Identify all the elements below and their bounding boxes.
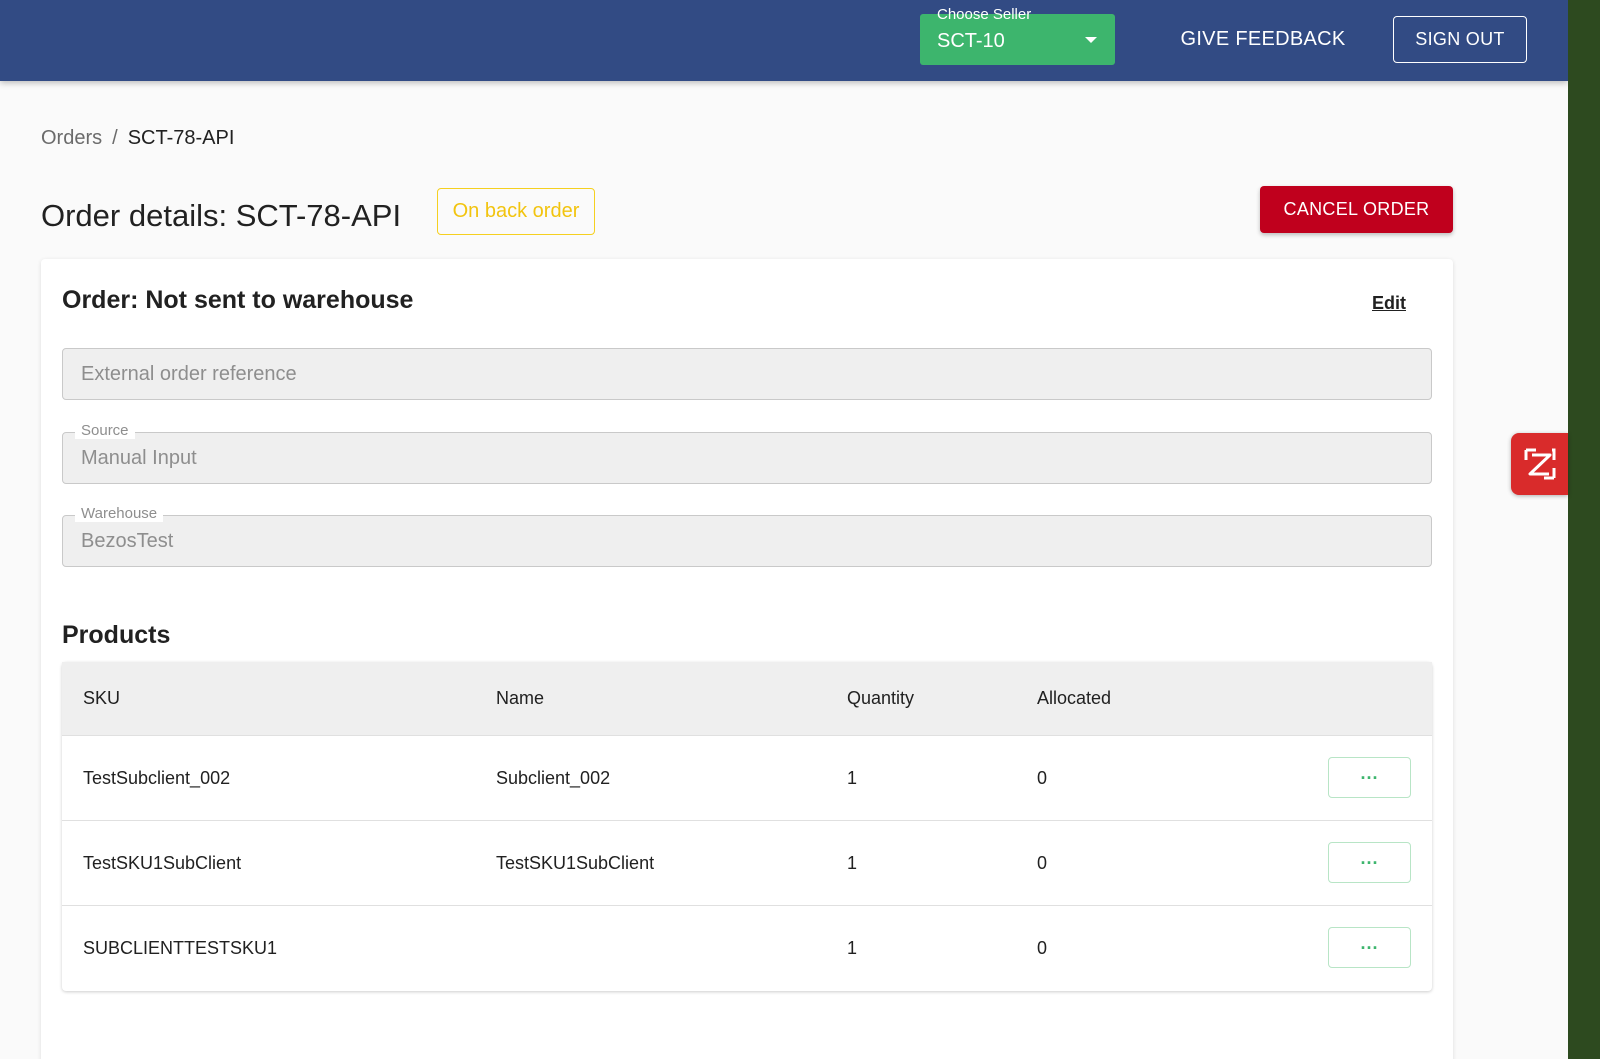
warehouse-label: Warehouse [75,505,164,522]
window-edge [1568,0,1600,1059]
cell-sku: TestSubclient_002 [83,768,231,788]
breadcrumb: Orders / SCT-78-API [41,127,234,150]
cell-sku: SUBCLIENTTESTSKU1 [83,938,278,958]
column-header-name: Name [496,688,545,708]
top-app-bar: Choose Seller SCT-10 GIVE FEEDBACK SIGN … [0,0,1568,81]
breadcrumb-current: SCT-78-API [127,127,235,149]
seller-select-label: Choose Seller [937,6,1032,23]
cell-allocated: 0 [1037,768,1048,788]
more-horizontal-icon: ... [1360,848,1379,868]
products-title: Products [62,621,171,649]
more-horizontal-icon: ... [1360,933,1379,953]
column-header-sku: SKU [83,688,121,708]
row-actions-button[interactable]: ... [1328,757,1411,798]
cell-name: Subclient_002 [496,768,611,788]
column-header-quantity: Quantity [847,688,915,708]
z-logo-icon [1524,448,1555,480]
table-header: SKU Name Quantity Allocated [62,662,1432,736]
external-order-reference-input[interactable] [81,363,1381,386]
caret-down-icon [1085,37,1097,43]
breadcrumb-separator: / [112,127,118,149]
table-row: SUBCLIENTTESTSKU1 1 0 ... [62,906,1432,991]
products-table: SKU Name Quantity Allocated TestSubclien… [62,662,1432,991]
order-card: Order: Not sent to warehouse Edit Source… [41,259,1453,1059]
breadcrumb-orders-link[interactable]: Orders [41,127,102,150]
cell-quantity: 1 [847,938,858,958]
warehouse-value: BezosTest [81,530,174,552]
column-header-allocated: Allocated [1037,688,1112,708]
cell-sku: TestSKU1SubClient [83,853,242,873]
table-row: TestSKU1SubClient TestSKU1SubClient 1 0 … [62,821,1432,906]
seller-select[interactable]: Choose Seller SCT-10 [920,6,1115,65]
source-label: Source [75,422,135,439]
cell-allocated: 0 [1037,938,1048,958]
row-actions-button[interactable]: ... [1328,842,1411,883]
cell-quantity: 1 [847,853,858,873]
table-row: TestSubclient_002 Subclient_002 1 0 ... [62,736,1432,821]
cell-allocated: 0 [1037,853,1048,873]
order-status-title: Order: Not sent to warehouse [62,286,414,314]
give-feedback-button[interactable]: GIVE FEEDBACK [1163,17,1363,62]
more-horizontal-icon: ... [1360,763,1379,783]
cancel-order-button[interactable]: CANCEL ORDER [1260,186,1453,233]
page-title: Order details: SCT-78-API [41,198,402,233]
source-field[interactable]: Source Manual Input [62,422,1432,484]
external-order-reference-field[interactable] [62,348,1432,400]
seller-select-value: SCT-10 [937,30,1005,52]
source-value: Manual Input [81,447,197,469]
cell-quantity: 1 [847,768,858,788]
sign-out-button[interactable]: SIGN OUT [1393,16,1527,63]
cell-name: TestSKU1SubClient [496,853,655,873]
status-badge: On back order [437,188,595,235]
warehouse-field[interactable]: Warehouse BezosTest [62,505,1432,567]
row-actions-button[interactable]: ... [1328,927,1411,968]
zendesk-z-icon[interactable] [1511,433,1568,495]
edit-order-link[interactable]: Edit [1372,293,1406,314]
